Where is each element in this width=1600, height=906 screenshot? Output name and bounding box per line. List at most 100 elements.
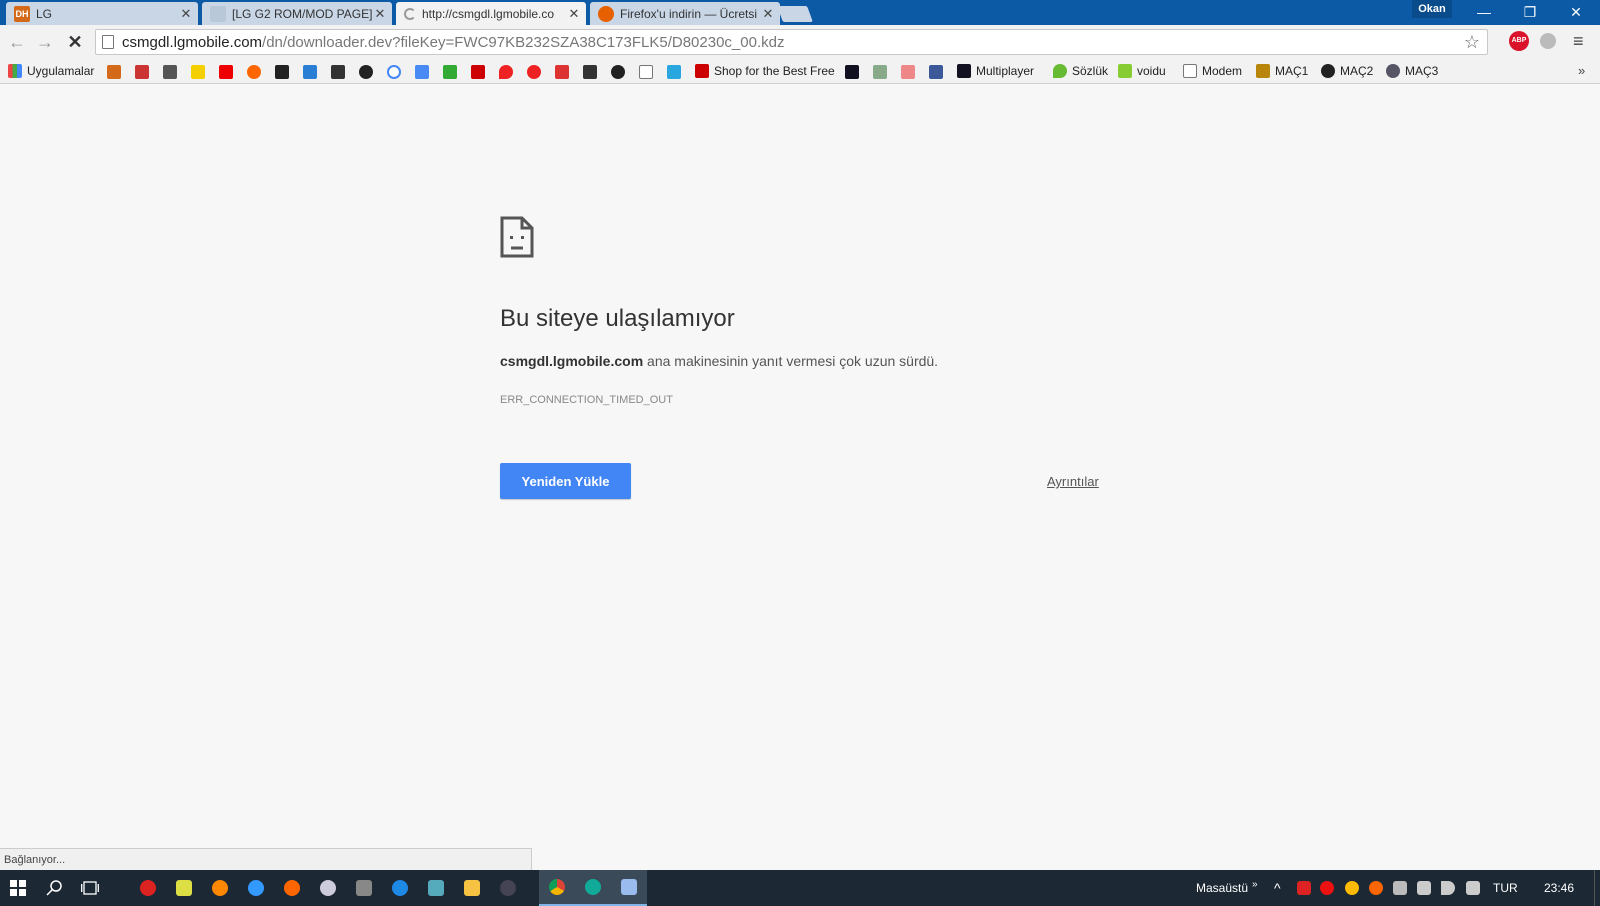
address-bar[interactable]: csmgdl.lgmobile.com/dn/downloader.dev?fi… bbox=[95, 29, 1488, 55]
taskbar-app[interactable] bbox=[454, 870, 490, 906]
bookmark-sozluk[interactable]: Sözlük bbox=[1053, 62, 1108, 80]
dha-bookmark-icon[interactable] bbox=[555, 65, 569, 79]
bookmark-icon[interactable] bbox=[359, 65, 373, 79]
youtube-bookmark-icon[interactable] bbox=[219, 65, 233, 79]
bookmark-multiplayer[interactable]: Multiplayer bbox=[957, 62, 1034, 80]
task-view-button[interactable] bbox=[72, 870, 108, 906]
tray-app-icon[interactable] bbox=[1369, 881, 1383, 895]
bookmarks-overflow-button[interactable]: » bbox=[1578, 63, 1585, 78]
origin-icon bbox=[284, 880, 300, 896]
tab-lg[interactable]: DH LG ✕ bbox=[6, 2, 198, 25]
bookmark-mac1[interactable]: MAÇ1 bbox=[1256, 62, 1308, 80]
ts-bookmark-icon[interactable] bbox=[135, 65, 149, 79]
bookmark-star-icon[interactable]: ☆ bbox=[1464, 32, 1480, 53]
bookmark-shop[interactable]: Shop for the Best Free bbox=[695, 62, 835, 80]
taskbar-app[interactable] bbox=[346, 870, 382, 906]
bookmark-modem[interactable]: Modem bbox=[1183, 62, 1242, 80]
taskbar-app[interactable] bbox=[166, 870, 202, 906]
minimize-button[interactable]: — bbox=[1462, 0, 1506, 25]
google-bookmark-icon[interactable] bbox=[387, 65, 401, 79]
ball-bookmark-icon bbox=[1386, 64, 1400, 78]
bookmark-icon[interactable] bbox=[901, 65, 915, 79]
taskbar-app[interactable] bbox=[202, 870, 238, 906]
drop-bookmark-icon bbox=[1053, 64, 1067, 78]
maps-bookmark-icon[interactable] bbox=[443, 65, 457, 79]
tray-app-icon[interactable] bbox=[1345, 881, 1359, 895]
search-button[interactable] bbox=[36, 870, 72, 906]
taskbar-app[interactable] bbox=[382, 870, 418, 906]
chrome-menu-button[interactable]: ≡ bbox=[1573, 31, 1584, 52]
tab-close-icon[interactable]: ✕ bbox=[566, 6, 582, 22]
tab-title: LG bbox=[36, 6, 53, 21]
new-tab-button[interactable] bbox=[777, 6, 813, 22]
bookmark-label: MAÇ2 bbox=[1340, 64, 1374, 78]
start-button[interactable] bbox=[0, 870, 36, 906]
forward-button[interactable]: → bbox=[34, 31, 56, 53]
bl-bookmark-icon[interactable] bbox=[845, 65, 859, 79]
map-pin-bookmark-icon[interactable] bbox=[499, 65, 513, 79]
adblock-plus-icon[interactable]: ABP bbox=[1509, 31, 1529, 51]
bookmark-mac3[interactable]: MAÇ3 bbox=[1386, 62, 1438, 80]
clock[interactable]: 23:46 bbox=[1544, 870, 1574, 906]
taskbar-app[interactable] bbox=[611, 870, 647, 906]
network-icon[interactable] bbox=[1417, 881, 1431, 895]
user-profile-button[interactable]: Okan bbox=[1412, 0, 1452, 18]
tab-lg-g2-rom[interactable]: [LG G2 ROM/MOD PAGE][ ✕ bbox=[202, 2, 392, 25]
show-desktop-button[interactable] bbox=[1594, 870, 1600, 906]
soccer-ball-bookmark-icon[interactable] bbox=[611, 65, 625, 79]
bookmark-icon[interactable] bbox=[163, 65, 177, 79]
tab-close-icon[interactable]: ✕ bbox=[372, 6, 388, 22]
taskbar-chrome[interactable] bbox=[539, 870, 575, 906]
stop-button[interactable]: ✕ bbox=[64, 31, 86, 53]
tab-close-icon[interactable]: ✕ bbox=[760, 6, 776, 22]
bookmark-mac2[interactable]: MAÇ2 bbox=[1321, 62, 1373, 80]
facebook-bookmark-icon[interactable] bbox=[929, 65, 943, 79]
s-bookmark-icon[interactable] bbox=[191, 65, 205, 79]
translate-bookmark-icon[interactable] bbox=[415, 65, 429, 79]
bl-bookmark-icon bbox=[957, 64, 971, 78]
tab-close-icon[interactable]: ✕ bbox=[178, 6, 194, 22]
wifi-icon[interactable] bbox=[1393, 881, 1407, 895]
taskbar-app[interactable] bbox=[238, 870, 274, 906]
bookmark-icon[interactable] bbox=[303, 65, 317, 79]
taskbar-app[interactable] bbox=[274, 870, 310, 906]
reload-button[interactable]: Yeniden Yükle bbox=[500, 463, 631, 499]
forum-favicon-icon bbox=[210, 5, 226, 22]
bookmark-label: Shop for the Best Free bbox=[714, 64, 835, 78]
taskbar-app[interactable] bbox=[418, 870, 454, 906]
show-hidden-icons-button[interactable]: ^ bbox=[1274, 870, 1281, 906]
close-window-button[interactable]: ✕ bbox=[1554, 0, 1598, 25]
bookmark-icon[interactable] bbox=[873, 65, 887, 79]
power-bookmark-icon[interactable] bbox=[527, 65, 541, 79]
tab-firefox[interactable]: Firefox'u indirin — Ücretsi ✕ bbox=[590, 2, 780, 25]
task-view-icon bbox=[81, 881, 99, 895]
bookmark-icon[interactable] bbox=[275, 65, 289, 79]
error-code: ERR_CONNECTION_TIMED_OUT bbox=[500, 394, 673, 406]
bookmark-voidu[interactable]: voidu bbox=[1118, 62, 1166, 80]
extension-icon[interactable] bbox=[1540, 33, 1556, 49]
tray-app-icon[interactable] bbox=[1320, 881, 1334, 895]
ht-bookmark-icon[interactable] bbox=[471, 65, 485, 79]
dh-bookmark-icon[interactable] bbox=[107, 65, 121, 79]
apps-grid-icon bbox=[8, 64, 22, 78]
film-bookmark-icon[interactable] bbox=[331, 65, 345, 79]
volume-icon[interactable] bbox=[1441, 881, 1455, 895]
taskbar-app[interactable] bbox=[130, 870, 166, 906]
restore-button[interactable]: ❐ bbox=[1508, 0, 1552, 25]
bookmark-label: Uygulamalar bbox=[27, 64, 95, 78]
taskbar-app[interactable] bbox=[490, 870, 526, 906]
bookmark-apps[interactable]: Uygulamalar bbox=[8, 62, 94, 80]
desktop-toolbar[interactable]: Masaüstü » bbox=[1196, 870, 1258, 906]
page-bookmark-icon[interactable] bbox=[639, 65, 653, 79]
bookmark-icon[interactable] bbox=[247, 65, 261, 79]
language-indicator[interactable]: TUR bbox=[1493, 870, 1518, 906]
bookmark-icon[interactable] bbox=[667, 65, 681, 79]
action-center-icon[interactable] bbox=[1466, 881, 1480, 895]
details-link[interactable]: Ayrıntılar bbox=[1047, 474, 1099, 489]
taskbar-app[interactable] bbox=[575, 870, 611, 906]
tab-csmgdl[interactable]: http://csmgdl.lgmobile.co ✕ bbox=[396, 2, 586, 25]
bookmark-icon[interactable] bbox=[583, 65, 597, 79]
taskbar-app[interactable] bbox=[310, 870, 346, 906]
back-button[interactable]: ← bbox=[6, 31, 28, 53]
tray-app-icon[interactable] bbox=[1297, 881, 1311, 895]
